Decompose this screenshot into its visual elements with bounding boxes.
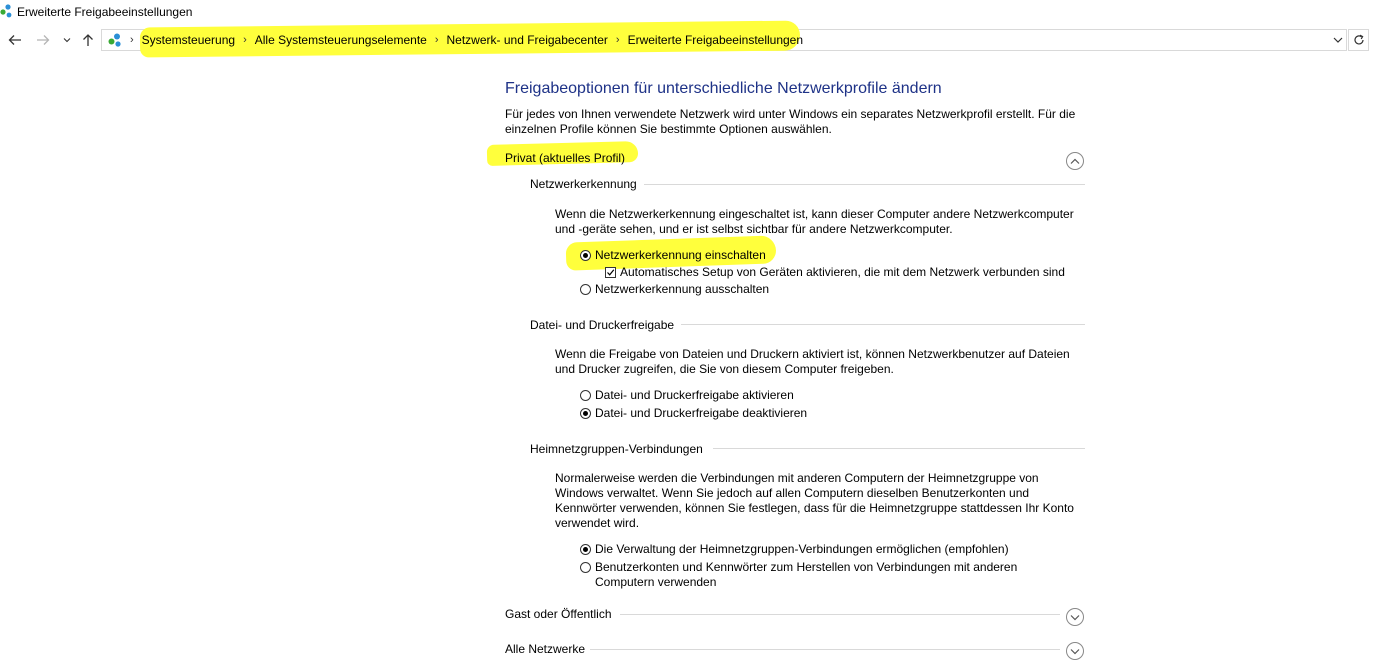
option-label: Automatisches Setup von Geräten aktivier… xyxy=(620,265,1065,279)
breadcrumb: › Systemsteuerung › Alle Systemsteuerung… xyxy=(108,30,803,50)
sharing-on-radio[interactable] xyxy=(580,390,591,401)
sharing-description: Wenn die Freigabe von Dateien und Drucke… xyxy=(555,347,1070,377)
breadcrumb-freigabeeinstellungen[interactable]: Erweiterte Freigabeeinstellungen xyxy=(628,33,803,47)
divider xyxy=(681,324,1085,325)
homegroup-accounts-radio[interactable] xyxy=(580,562,591,573)
option-label-line: Computern verwenden xyxy=(595,575,717,589)
chevron-up-icon xyxy=(1070,158,1080,164)
homegroup-description: Normalerweise werden die Verbindungen mi… xyxy=(555,471,1074,531)
sharing-heading: Datei- und Druckerfreigabe xyxy=(530,318,675,332)
breadcrumb-netzwerkcenter[interactable]: Netzwerk- und Freigabecenter xyxy=(447,33,608,47)
description-line: Wenn die Freigabe von Dateien und Drucke… xyxy=(555,347,1070,361)
option-label: Netzwerkerkennung einschalten xyxy=(595,248,766,262)
discovery-description: Wenn die Netzwerkerkennung eingeschaltet… xyxy=(555,207,1074,237)
intro-line: einzelnen Profile können Sie bestimmte O… xyxy=(505,122,832,136)
forward-arrow-icon xyxy=(37,35,50,45)
description-line: Normalerweise werden die Verbindungen mi… xyxy=(555,471,1039,485)
option-label: Benutzerkonten und Kennwörter zum Herste… xyxy=(595,560,1017,590)
page-title: Freigabeoptionen für unterschiedliche Ne… xyxy=(505,80,942,97)
intro-line: Für jedes von Ihnen verwendete Netzwerk … xyxy=(505,107,1076,121)
back-button[interactable] xyxy=(4,27,26,53)
profile-all-expand-button[interactable] xyxy=(1066,642,1084,660)
refresh-button[interactable] xyxy=(1348,29,1369,51)
up-button[interactable] xyxy=(79,27,97,53)
chevron-down-icon xyxy=(1070,614,1080,620)
description-line: Kennwörter verwenden, können Sie festleg… xyxy=(555,501,1074,515)
profile-guest-title[interactable]: Gast oder Öffentlich xyxy=(505,607,612,621)
window-title: Erweiterte Freigabeeinstellungen xyxy=(17,5,193,19)
breadcrumb-systemsteuerung[interactable]: Systemsteuerung xyxy=(142,33,235,47)
auto-setup-checkbox[interactable] xyxy=(605,267,616,278)
divider xyxy=(713,448,1085,449)
profile-guest-expand-button[interactable] xyxy=(1066,608,1084,626)
discovery-off-option[interactable]: Netzwerkerkennung ausschalten xyxy=(580,282,769,297)
sharing-on-option[interactable]: Datei- und Druckerfreigabe aktivieren xyxy=(580,388,794,403)
discovery-on-option[interactable]: Netzwerkerkennung einschalten xyxy=(580,248,766,263)
chevron-right-icon[interactable]: › xyxy=(616,34,620,46)
description-line: und -geräte sehen, und er ist selbst sic… xyxy=(555,222,953,236)
back-arrow-icon xyxy=(8,35,21,45)
discovery-on-radio[interactable] xyxy=(580,250,591,261)
option-label: Datei- und Druckerfreigabe deaktivieren xyxy=(595,406,808,420)
description-line: Wenn die Netzwerkerkennung eingeschaltet… xyxy=(555,207,1074,221)
homegroup-windows-radio[interactable] xyxy=(580,544,591,555)
chevron-down-icon xyxy=(1333,37,1343,43)
option-label: Netzwerkerkennung ausschalten xyxy=(595,282,770,296)
description-line: und Drucker zugreifen, die Sie von diese… xyxy=(555,362,894,376)
sharing-off-option[interactable]: Datei- und Druckerfreigabe deaktivieren xyxy=(580,406,807,421)
network-icon xyxy=(0,4,12,18)
option-label: Die Verwaltung der Heimnetzgruppen-Verbi… xyxy=(595,542,1009,556)
checkmark-icon xyxy=(607,269,615,276)
chevron-right-icon[interactable]: › xyxy=(243,34,247,46)
auto-setup-option[interactable]: Automatisches Setup von Geräten aktivier… xyxy=(605,265,1065,280)
breadcrumb-alle-elemente[interactable]: Alle Systemsteuerungselemente xyxy=(255,33,427,47)
description-line: verwendet wird. xyxy=(555,516,640,530)
intro-text: Für jedes von Ihnen verwendete Netzwerk … xyxy=(505,107,1075,137)
address-bar[interactable]: › Systemsteuerung › Alle Systemsteuerung… xyxy=(101,20,1347,58)
description-line: Windows verwaltet. Wenn Sie jedoch auf a… xyxy=(555,486,1030,500)
option-label: Datei- und Druckerfreigabe aktivieren xyxy=(595,388,794,402)
forward-button[interactable] xyxy=(32,27,54,53)
discovery-heading: Netzwerkerkennung xyxy=(530,177,637,191)
chevron-down-icon xyxy=(1070,648,1080,654)
discovery-off-radio[interactable] xyxy=(580,284,591,295)
address-dropdown-button[interactable] xyxy=(1332,33,1344,47)
chevron-right-icon[interactable]: › xyxy=(130,34,134,46)
up-arrow-icon xyxy=(83,34,93,46)
homegroup-windows-option[interactable]: Die Verwaltung der Heimnetzgruppen-Verbi… xyxy=(580,542,1009,557)
sharing-off-radio[interactable] xyxy=(580,408,591,419)
homegroup-heading: Heimnetzgruppen-Verbindungen xyxy=(530,442,703,456)
divider xyxy=(644,184,1085,185)
option-label-line: Benutzerkonten und Kennwörter zum Herste… xyxy=(595,560,1018,574)
chevron-down-icon xyxy=(63,38,71,43)
chevron-right-icon[interactable]: › xyxy=(435,34,439,46)
homegroup-accounts-option[interactable]: Benutzerkonten und Kennwörter zum Herste… xyxy=(580,560,1017,590)
profile-private-title[interactable]: Privat (aktuelles Profil) xyxy=(505,151,625,165)
refresh-icon xyxy=(1353,34,1364,45)
network-icon xyxy=(108,33,121,47)
profile-private-collapse-button[interactable] xyxy=(1066,152,1084,170)
recent-locations-button[interactable] xyxy=(60,27,74,53)
navigation-bar: › Systemsteuerung › Alle Systemsteuerung… xyxy=(0,20,1373,58)
divider xyxy=(620,614,1060,615)
divider xyxy=(590,649,1060,650)
